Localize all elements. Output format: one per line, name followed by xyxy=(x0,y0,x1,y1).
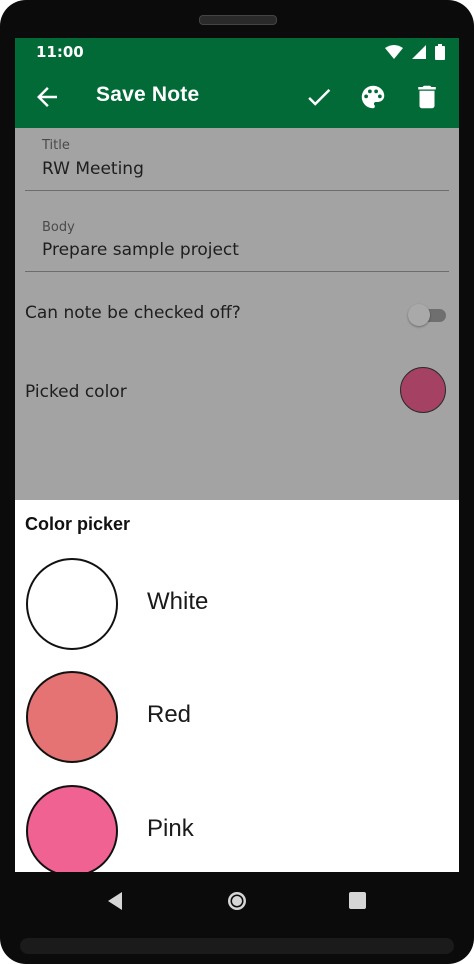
color-swatch[interactable] xyxy=(26,671,118,763)
app-bar: Save Note xyxy=(15,66,459,128)
color-name: Red xyxy=(147,701,192,728)
body-field-underline xyxy=(25,271,449,272)
wifi-icon xyxy=(384,45,403,59)
color-picker-title: Color picker xyxy=(25,514,131,534)
check-icon[interactable] xyxy=(304,82,334,112)
title-field-underline xyxy=(25,190,449,191)
recents-square-icon[interactable] xyxy=(346,889,370,913)
system-nav-bar xyxy=(0,872,474,928)
screen: 11:00 Save Note Title RW Meeting Body Pr… xyxy=(15,38,459,872)
status-bar: 11:00 xyxy=(15,38,459,66)
note-form: Title RW Meeting Body Prepare sample pro… xyxy=(15,128,459,500)
battery-icon xyxy=(435,44,445,60)
page-title: Save Note xyxy=(96,83,200,106)
trash-icon[interactable] xyxy=(412,82,442,112)
back-arrow-icon[interactable] xyxy=(32,82,62,112)
body-field[interactable]: Body Prepare sample project xyxy=(25,220,449,272)
title-field-value[interactable]: RW Meeting xyxy=(42,159,144,179)
back-triangle-icon[interactable] xyxy=(104,889,128,913)
color-name: White xyxy=(147,588,209,615)
title-field[interactable]: Title RW Meeting xyxy=(25,138,449,191)
device-chin xyxy=(20,938,454,954)
status-icons xyxy=(381,44,445,60)
home-circle-icon[interactable] xyxy=(225,889,249,913)
switch-thumb xyxy=(408,304,430,326)
status-time: 11:00 xyxy=(36,43,84,61)
picked-color-swatch[interactable] xyxy=(400,367,446,413)
palette-icon[interactable] xyxy=(358,82,388,112)
color-option-red[interactable]: Red xyxy=(15,671,459,781)
color-swatch[interactable] xyxy=(26,785,118,872)
phone-frame: 11:00 Save Note Title RW Meeting Body Pr… xyxy=(0,0,474,964)
checkable-label: Can note be checked off? xyxy=(25,303,241,323)
color-name: Pink xyxy=(147,815,194,842)
body-field-label: Body xyxy=(42,220,75,235)
picked-color-label: Picked color xyxy=(25,382,127,402)
title-field-label: Title xyxy=(42,138,70,153)
speaker-grille xyxy=(199,15,277,25)
color-swatch[interactable] xyxy=(26,558,118,650)
color-option-pink[interactable]: Pink xyxy=(15,785,459,872)
cellular-signal-icon xyxy=(411,45,426,59)
checkable-switch[interactable] xyxy=(408,304,448,326)
color-picker-sheet: Color picker White Red Pink xyxy=(15,500,459,872)
color-option-white[interactable]: White xyxy=(15,558,459,668)
body-field-value[interactable]: Prepare sample project xyxy=(42,240,239,260)
